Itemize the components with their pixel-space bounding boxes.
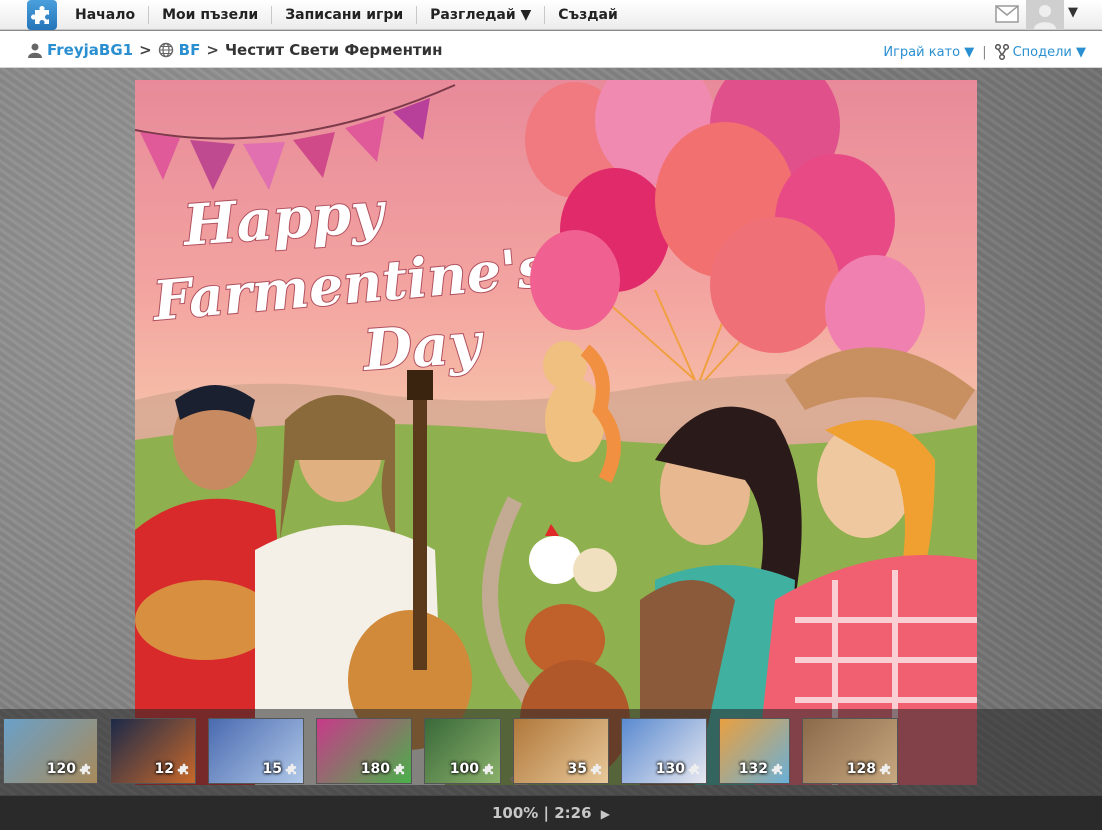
breadcrumb: FreyjaBG1 > BF > Честит Свети Ферментин (28, 41, 443, 59)
elapsed-time: 2:26 (554, 804, 592, 822)
page-title: Честит Свети Ферментин (224, 41, 443, 59)
thumbnail-puzzle[interactable]: 35 (513, 718, 609, 784)
thumbnail-puzzle[interactable]: 15 (208, 718, 304, 784)
nav-browse[interactable]: Разгледай ▼ (417, 6, 546, 24)
piece-count: 130 (656, 761, 702, 777)
piece-count: 132 (739, 761, 785, 777)
piece-count: 120 (47, 761, 93, 777)
artwork-title-line1: Happy (179, 179, 389, 259)
user-icon (28, 43, 42, 58)
share-dropdown[interactable]: Сподели ▼ (1013, 45, 1086, 60)
nav-saved-games[interactable]: Записани игри (272, 6, 418, 24)
divider: | (543, 804, 550, 822)
globe-icon (158, 42, 173, 58)
play-as-dropdown[interactable]: Играй като ▼ (883, 45, 974, 60)
puzzle-stage[interactable]: Happy Farmentine's Day 120 12 15 180 100… (0, 68, 1102, 795)
mail-icon[interactable] (995, 5, 1019, 23)
completion-percent: 100% (491, 804, 539, 822)
share-icon (994, 44, 1009, 60)
progress-timer: 100% | 2:26 ▶ (0, 804, 1102, 822)
breadcrumb-group-link[interactable]: BF (179, 41, 201, 59)
thumbnail-puzzle[interactable]: 132 (719, 718, 790, 784)
account-menu-caret[interactable]: ▼ (1068, 5, 1078, 20)
piece-count: 180 (361, 761, 407, 777)
nav-home[interactable]: Начало (62, 6, 150, 24)
top-navigation-bar: Начало Мои пъзели Записани игри Разгледа… (0, 0, 1102, 30)
puzzle-image[interactable]: Happy Farmentine's Day (135, 80, 977, 785)
breadcrumb-bar: FreyjaBG1 > BF > Честит Свети Ферментин … (0, 31, 1102, 68)
piece-count: 35 (568, 761, 604, 777)
piece-count: 100 (450, 761, 496, 777)
piece-count: 15 (263, 761, 299, 777)
puzzle-piece-icon (879, 763, 891, 775)
puzzle-piece-icon (177, 763, 189, 775)
breadcrumb-separator: > (139, 41, 152, 59)
breadcrumb-user-link[interactable]: FreyjaBG1 (47, 41, 133, 59)
puzzle-piece-icon (482, 763, 494, 775)
main-menu: Начало Мои пъзели Записани игри Разгледа… (62, 0, 631, 30)
farmentine-artwork: Happy Farmentine's Day (135, 80, 977, 785)
puzzle-piece-icon (393, 763, 405, 775)
puzzle-piece-icon (590, 763, 602, 775)
nav-create[interactable]: Създай (545, 6, 631, 24)
thumbnail-puzzle[interactable]: 100 (424, 718, 501, 784)
thumbnail-puzzle[interactable]: 180 (316, 718, 412, 784)
piece-count: 12 (155, 761, 191, 777)
puzzle-logo-icon[interactable] (27, 0, 57, 30)
puzzle-piece-icon (285, 763, 297, 775)
puzzle-piece-icon (771, 763, 783, 775)
user-silhouette-icon (1034, 5, 1056, 29)
thumbnail-puzzle[interactable]: 12 (110, 718, 196, 784)
nav-my-puzzles[interactable]: Мои пъзели (149, 6, 273, 24)
puzzle-piece-icon (688, 763, 700, 775)
play-icon[interactable]: ▶ (601, 807, 610, 821)
thumbnail-puzzle[interactable]: 120 (3, 718, 98, 784)
thumbnail-puzzle[interactable]: 128 (802, 718, 898, 784)
piece-count: 128 (847, 761, 893, 777)
user-avatar[interactable] (1026, 0, 1064, 30)
balloons (525, 80, 925, 381)
divider: | (982, 44, 987, 60)
status-bar: 100% | 2:26 ▶ (0, 795, 1102, 830)
puzzle-actions: Играй като ▼ | Сподели ▼ (883, 44, 1086, 60)
puzzle-thumbnail-strip: 120 12 15 180 100 35 130 132 128 (0, 709, 1102, 795)
thumbnail-puzzle[interactable]: 130 (621, 718, 707, 784)
breadcrumb-separator: > (206, 41, 219, 59)
puzzle-piece-icon (79, 763, 91, 775)
